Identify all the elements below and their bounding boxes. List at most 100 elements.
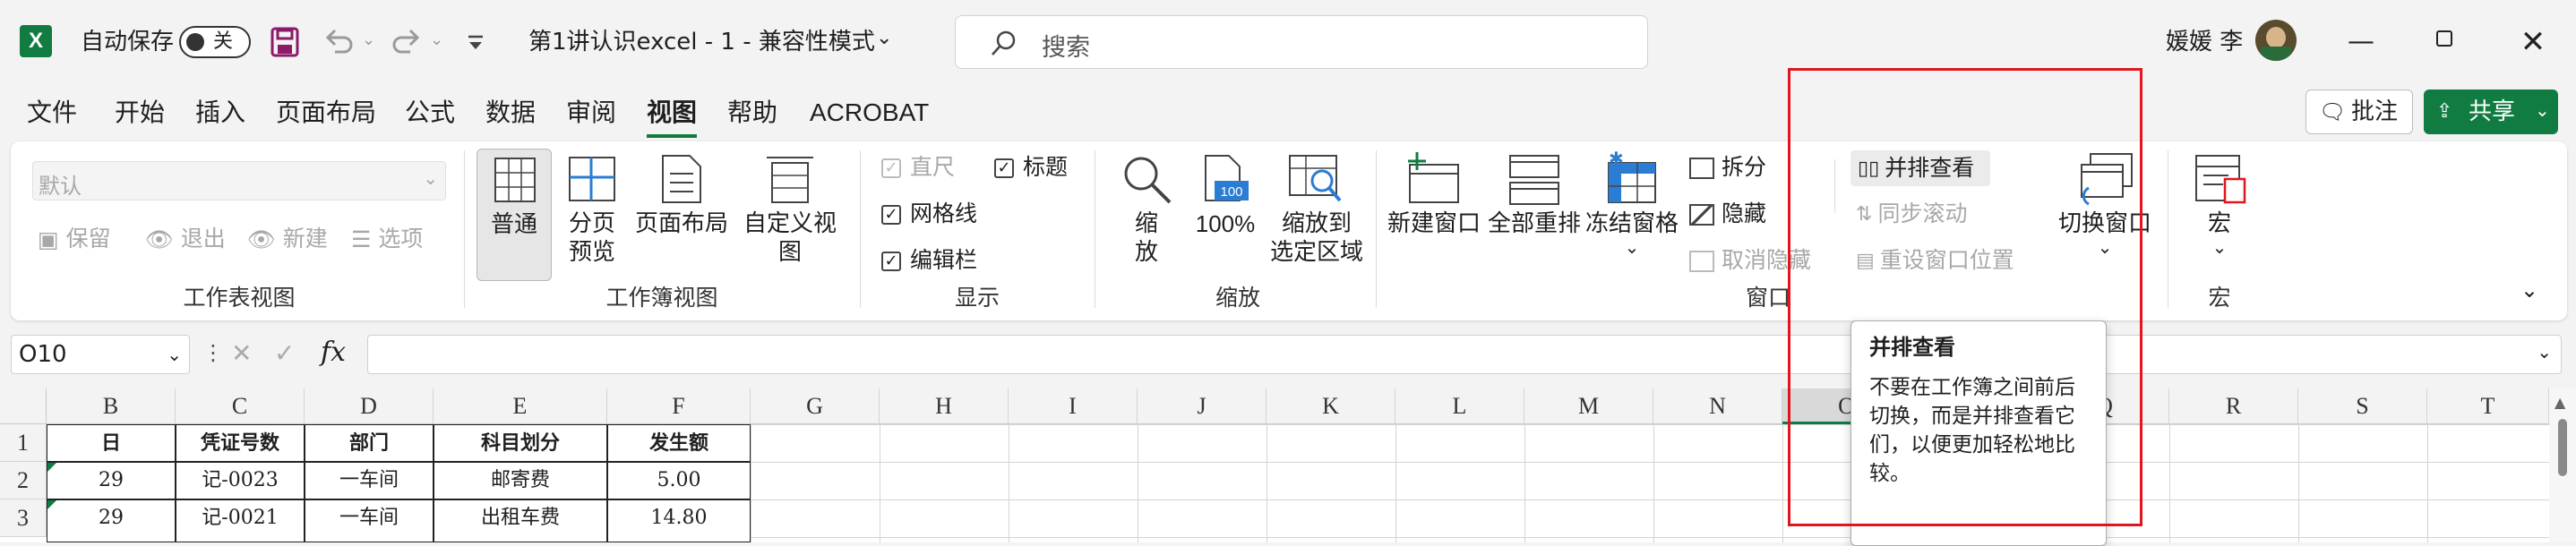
table-cell[interactable]: 29: [47, 499, 176, 542]
arrange-all-button[interactable]: 全部重排: [1487, 149, 1582, 281]
column-header-s[interactable]: S: [2298, 388, 2427, 424]
keep-label: 保留: [65, 226, 111, 252]
column-header-k[interactable]: K: [1267, 388, 1395, 424]
redo-dropdown-icon[interactable]: ⌄: [430, 30, 443, 49]
row-header-1[interactable]: 1: [0, 424, 47, 462]
column-header-l[interactable]: L: [1395, 388, 1524, 424]
table-cell[interactable]: 一车间: [305, 462, 434, 499]
column-header-n[interactable]: N: [1653, 388, 1782, 424]
comments-button[interactable]: 🗨 批注: [2306, 90, 2413, 134]
ruler-checkbox[interactable]: ✓ 直尺: [881, 154, 955, 181]
zoom-label-1: 缩: [1134, 210, 1158, 237]
menu-page-layout[interactable]: 页面布局: [276, 97, 376, 129]
sheet-view-dropdown[interactable]: 默认 ⌄: [32, 161, 446, 200]
title-chevron-down-icon[interactable]: ⌄: [876, 27, 892, 49]
column-header-g[interactable]: G: [751, 388, 880, 424]
vertical-scrollbar[interactable]: ▲: [2549, 388, 2576, 542]
cancel-entry-icon[interactable]: ✕: [231, 338, 252, 368]
share-button[interactable]: ⇪ 共享 ⌄: [2424, 90, 2558, 134]
empty-cells[interactable]: [751, 424, 2549, 542]
column-header-c[interactable]: C: [176, 388, 305, 424]
autosave-toggle[interactable]: 关: [179, 26, 251, 58]
new-view-button[interactable]: 👁 新建: [247, 226, 328, 253]
view-options-button[interactable]: ☰ 选项: [351, 226, 423, 253]
formula-bar-checkbox[interactable]: ✓ 编辑栏: [881, 247, 977, 274]
column-header-h[interactable]: H: [880, 388, 1009, 424]
split-button[interactable]: 拆分: [1689, 154, 1766, 181]
formula-bar-more-icon[interactable]: ⋮: [202, 340, 224, 365]
collapse-ribbon-icon[interactable]: ⌄: [2520, 277, 2538, 303]
new-window-button[interactable]: 新建窗口: [1385, 149, 1483, 281]
column-header-f[interactable]: F: [607, 388, 751, 424]
zoom-to-selection-button[interactable]: 缩放到 选定区域: [1265, 149, 1369, 281]
page-break-label-1: 分页: [568, 210, 615, 237]
menu-review[interactable]: 审阅: [566, 97, 616, 129]
confirm-entry-icon[interactable]: ✓: [274, 338, 295, 368]
undo-icon[interactable]: [322, 27, 355, 55]
normal-view-button[interactable]: 普通: [477, 149, 552, 281]
row-header-2[interactable]: 2: [0, 462, 47, 499]
menu-acrobat[interactable]: ACROBAT: [810, 97, 929, 129]
insert-function-icon[interactable]: fx: [321, 337, 346, 368]
customize-toolbar-icon[interactable]: [466, 34, 485, 52]
name-box[interactable]: O10 ⌄: [11, 335, 190, 374]
ruler-check-icon: ✓: [881, 158, 901, 178]
column-header-j[interactable]: J: [1138, 388, 1267, 424]
table-cell[interactable]: 29: [47, 462, 176, 499]
select-all-corner[interactable]: [0, 388, 47, 424]
menu-data[interactable]: 数据: [485, 97, 536, 129]
macros-button[interactable]: 宏 ⌄: [2178, 149, 2261, 281]
column-header-m[interactable]: M: [1524, 388, 1653, 424]
row-header-3[interactable]: 3: [0, 499, 47, 537]
close-icon[interactable]: ✕: [2506, 20, 2560, 64]
column-header-t[interactable]: T: [2427, 388, 2549, 424]
exit-view-button[interactable]: 👁 退出: [145, 226, 226, 253]
minimize-icon[interactable]: —: [2334, 20, 2388, 64]
table-cell[interactable]: 部门: [305, 424, 434, 462]
keep-view-button[interactable]: ▣ 保留: [38, 226, 111, 253]
column-header-r[interactable]: R: [2169, 388, 2298, 424]
separator: [860, 150, 861, 308]
menu-insert[interactable]: 插入: [195, 97, 245, 129]
table-cell[interactable]: 记-0021: [176, 499, 305, 542]
unhide-icon: [1689, 251, 1714, 272]
menu-home[interactable]: 开始: [115, 97, 165, 129]
column-header-i[interactable]: I: [1009, 388, 1138, 424]
hide-button[interactable]: 隐藏: [1689, 200, 1766, 227]
freeze-panes-button[interactable]: ✱ 冻结窗格 ⌄: [1584, 149, 1680, 281]
table-cell[interactable]: 一车间: [305, 499, 434, 542]
menu-view[interactable]: 视图: [647, 97, 698, 138]
formula-bar-check-icon: ✓: [881, 252, 901, 271]
menu-help[interactable]: 帮助: [727, 97, 777, 129]
restore-icon[interactable]: [2436, 30, 2452, 47]
table-cell[interactable]: 发生额: [607, 424, 751, 462]
headings-checkbox[interactable]: ✓ 标题: [994, 154, 1068, 181]
scrollbar-thumb[interactable]: [2558, 419, 2567, 476]
column-header-d[interactable]: D: [305, 388, 434, 424]
redo-icon[interactable]: [391, 27, 423, 55]
menu-formulas[interactable]: 公式: [405, 97, 455, 129]
table-cell[interactable]: 5.00: [607, 462, 751, 499]
zoom-100-button[interactable]: 100 100%: [1188, 149, 1263, 281]
zoom-button[interactable]: 缩 放: [1107, 149, 1186, 281]
scroll-up-icon[interactable]: ▲: [2555, 394, 2565, 411]
column-header-e[interactable]: E: [434, 388, 607, 424]
formula-input[interactable]: ⌄: [367, 335, 2562, 374]
table-cell[interactable]: 凭证号数: [176, 424, 305, 462]
gridlines-checkbox[interactable]: ✓ 网格线: [881, 200, 977, 227]
table-cell[interactable]: 日: [47, 424, 176, 462]
page-break-preview-button[interactable]: 分页 预览: [559, 149, 625, 281]
search-box[interactable]: 搜索: [955, 15, 1648, 69]
column-header-b[interactable]: B: [47, 388, 176, 424]
menu-file[interactable]: 文件: [27, 97, 77, 129]
table-cell[interactable]: 14.80: [607, 499, 751, 542]
table-cell[interactable]: 邮寄费: [434, 462, 607, 499]
table-cell[interactable]: 科目划分: [434, 424, 607, 462]
save-icon[interactable]: [270, 27, 299, 57]
custom-views-button[interactable]: 自定义视图: [733, 149, 847, 281]
table-cell[interactable]: 出租车费: [434, 499, 607, 542]
avatar[interactable]: [2255, 20, 2297, 61]
table-cell[interactable]: 记-0023: [176, 462, 305, 499]
page-layout-view-button[interactable]: 页面布局: [632, 149, 731, 281]
undo-dropdown-icon[interactable]: ⌄: [362, 30, 375, 49]
